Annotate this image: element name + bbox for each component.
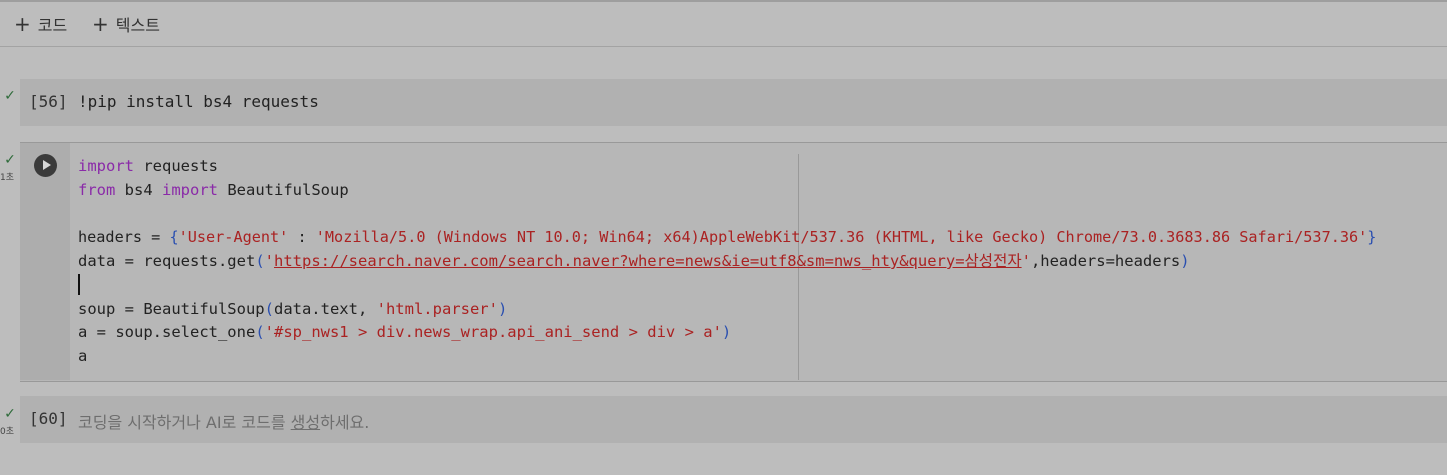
cell-exec-time: 0초: [0, 427, 15, 437]
code-line[interactable]: !pip install bs4 requests: [78, 91, 319, 113]
cell-success-check-icon: ✓: [4, 88, 16, 104]
code-line[interactable]: a: [78, 345, 87, 367]
notebook-page: + 코드 + 텍스트 ✓ [56] !pip install bs4 reque…: [0, 0, 1447, 475]
add-code-label: 코드: [37, 16, 68, 35]
code-line[interactable]: soup = BeautifulSoup(data.text, 'html.pa…: [78, 298, 507, 320]
code-line[interactable]: import requests: [78, 155, 218, 177]
generate-link[interactable]: 생성: [291, 413, 320, 432]
cell-exec-time: 1초: [0, 173, 15, 183]
execution-count: [60]: [29, 409, 68, 428]
url-link: https://search.naver.com/search.naver?wh…: [274, 252, 1022, 270]
cell-gutter: [20, 143, 70, 380]
cell-placeholder[interactable]: 코딩을 시작하거나 AI로 코드를 생성하세요.: [78, 409, 369, 433]
code-line[interactable]: from bs4 import BeautifulSoup: [78, 179, 349, 201]
code-line[interactable]: data = requests.get('https://search.nave…: [78, 250, 1190, 272]
code-line[interactable]: a = soup.select_one('#sp_nws1 > div.news…: [78, 321, 731, 343]
run-cell-button[interactable]: [34, 154, 57, 177]
add-text-button[interactable]: + 텍스트: [92, 12, 160, 36]
cell-success-check-icon: ✓: [4, 152, 16, 168]
cell-success-check-icon: ✓: [4, 406, 16, 422]
add-text-label: 텍스트: [115, 16, 160, 35]
add-code-button[interactable]: + 코드: [14, 12, 67, 36]
execution-count: [56]: [29, 92, 68, 111]
plus-icon: +: [14, 12, 31, 36]
text-cursor: [78, 274, 80, 295]
plus-icon: +: [92, 12, 109, 36]
code-line[interactable]: headers = {'User-Agent' : 'Mozilla/5.0 (…: [78, 226, 1376, 248]
notebook-toolbar: + 코드 + 텍스트: [0, 2, 1447, 47]
